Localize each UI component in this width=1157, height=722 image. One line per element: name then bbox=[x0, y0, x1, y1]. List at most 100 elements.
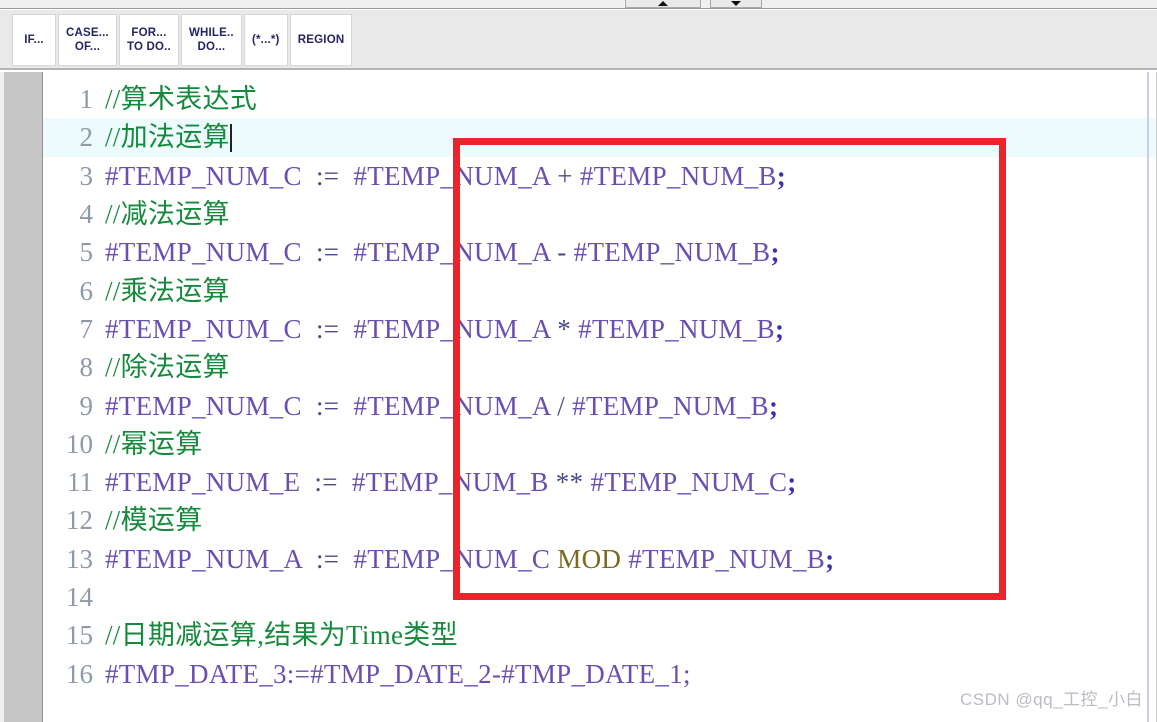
code-line-content[interactable]: //除法运算 bbox=[105, 352, 1157, 382]
editor-gutter[interactable] bbox=[4, 72, 43, 722]
code-line[interactable]: 10 //幂运算 bbox=[43, 425, 1157, 463]
toolbar-button-label-line1: REGION bbox=[297, 34, 345, 46]
toolbar-button-label-line2: TO DO.. bbox=[126, 41, 171, 53]
code-line[interactable]: 2 //加法运算 bbox=[43, 118, 1157, 157]
statement-terminator: ; bbox=[776, 160, 786, 191]
toolbar-button-[interactable]: (*...*) bbox=[243, 14, 288, 66]
line-number: 4 bbox=[79, 199, 94, 230]
lhs-variable: #TEMP_NUM_C bbox=[105, 237, 302, 267]
lhs-variable: #TEMP_NUM_C bbox=[105, 161, 302, 191]
code-line[interactable]: 13 #TEMP_NUM_A := #TEMP_NUM_C MOD #TEMP_N… bbox=[43, 540, 1157, 578]
arithmetic-operator: MOD bbox=[557, 543, 622, 574]
code-line[interactable]: 9 #TEMP_NUM_C := #TEMP_NUM_A / #TEMP_NUM_… bbox=[43, 386, 1157, 424]
toolbar-button-label-line1: CASE... bbox=[66, 27, 109, 39]
code-line[interactable]: 5 #TEMP_NUM_C := #TEMP_NUM_A - #TEMP_NUM_… bbox=[43, 233, 1157, 271]
lhs-variable: #TEMP_NUM_C bbox=[105, 314, 302, 344]
code-line-content[interactable]: #TEMP_NUM_C := #TEMP_NUM_A + #TEMP_NUM_B… bbox=[105, 161, 1157, 191]
lhs-variable-text: #TEMP_NUM_C bbox=[105, 390, 302, 421]
toolbar-button-label-line1: FOR... bbox=[131, 27, 167, 39]
line-number: 1 bbox=[79, 84, 94, 115]
operand-a-variable-text: #TEMP_NUM_A bbox=[353, 237, 551, 268]
toolbar-button-label-line2: OF... bbox=[74, 41, 101, 53]
toolbar-button-while[interactable]: WHILE.. DO... bbox=[180, 14, 242, 66]
code-line[interactable]: 14 bbox=[43, 578, 1157, 616]
statement-terminator: ; bbox=[768, 390, 779, 421]
code-line[interactable]: 6 //乘法运算 bbox=[43, 271, 1157, 309]
line-number: 9 bbox=[79, 390, 94, 421]
code-line-content[interactable]: //加法运算 bbox=[105, 122, 1157, 153]
toolbar-button-for[interactable]: FOR... TO DO.. bbox=[118, 14, 179, 66]
code-line-content[interactable]: #TEMP_NUM_A := #TEMP_NUM_C MOD #TEMP_NUM… bbox=[105, 544, 1157, 574]
up-triangle-icon bbox=[658, 1, 668, 6]
statement-terminator: ; bbox=[770, 237, 780, 268]
line-number: 11 bbox=[67, 467, 93, 498]
lhs-variable-text: #TEMP_NUM_C bbox=[105, 313, 302, 344]
line-number: 3 bbox=[79, 160, 94, 191]
operand-a-variable: #TEMP_NUM_A bbox=[353, 161, 550, 191]
toolbar-button-case[interactable]: CASE... OF... bbox=[58, 14, 117, 66]
toolbar-button-region[interactable]: REGION bbox=[289, 14, 353, 66]
arithmetic-operator: * bbox=[557, 313, 572, 344]
code-line-content[interactable]: #TEMP_NUM_E := #TEMP_NUM_B ** #TEMP_NUM_… bbox=[105, 467, 1157, 497]
assignment-operator: := bbox=[315, 313, 340, 344]
code-line[interactable]: 15 //日期减运算,结果为Time类型 bbox=[43, 616, 1157, 654]
code-line[interactable]: 4 //减法运算 bbox=[43, 195, 1157, 233]
code-line[interactable]: 8 //除法运算 bbox=[43, 348, 1157, 386]
operand-b-variable-text: #TEMP_NUM_C bbox=[590, 467, 788, 498]
code-line[interactable]: 1 //算术表达式 bbox=[43, 80, 1157, 118]
text-caret bbox=[229, 124, 232, 153]
lhs-variable-text: #TEMP_NUM_C bbox=[105, 237, 302, 268]
lhs-variable-text: #TEMP_NUM_E bbox=[105, 467, 301, 498]
operand-b-variable-text: #TEMP_NUM_B bbox=[628, 543, 826, 574]
comment-text: //日期减运算,结果为Time类型 bbox=[105, 620, 458, 651]
code-line-content[interactable]: #TEMP_NUM_C := #TEMP_NUM_A / #TEMP_NUM_B… bbox=[105, 391, 1157, 421]
vertical-scrollbar[interactable] bbox=[1147, 72, 1149, 722]
comment-text: //幂运算 bbox=[105, 428, 203, 459]
arithmetic-operator: ** bbox=[555, 467, 584, 498]
down-triangle-icon bbox=[731, 1, 741, 6]
assignment-operator: := bbox=[315, 160, 340, 191]
scroll-down-button[interactable] bbox=[710, 0, 762, 8]
code-line[interactable]: 3 #TEMP_NUM_C := #TEMP_NUM_A + #TEMP_NUM_… bbox=[43, 157, 1157, 195]
toolbar-button-if[interactable]: IF... bbox=[12, 14, 56, 66]
operand-a-variable: #TEMP_NUM_A bbox=[353, 391, 550, 421]
operand-a-variable-text: #TEMP_NUM_A bbox=[353, 160, 551, 191]
code-line-content[interactable]: //减法运算 bbox=[105, 199, 1157, 229]
code-line[interactable]: 11 #TEMP_NUM_E := #TEMP_NUM_B ** #TEMP_NU… bbox=[43, 463, 1157, 501]
scroll-up-button[interactable] bbox=[625, 0, 701, 8]
toolbar-button-label-line1: WHILE.. bbox=[188, 27, 234, 39]
code-line-content[interactable]: #TEMP_NUM_C := #TEMP_NUM_A - #TEMP_NUM_B… bbox=[105, 237, 1157, 267]
line-number: 6 bbox=[79, 275, 94, 306]
code-line-content[interactable]: //日期减运算,结果为Time类型 bbox=[105, 620, 1157, 650]
toolbar-button-label-line1: (*...*) bbox=[251, 34, 280, 46]
line-number: 7 bbox=[79, 313, 94, 344]
operand-a-variable: #TEMP_NUM_A bbox=[353, 314, 550, 344]
code-editor[interactable]: 1 //算术表达式 2 //加法运算 3 #TEMP_NUM_C := #TEMP_NUM… bbox=[0, 72, 1157, 722]
operand-b-variable: #TEMP_NUM_B bbox=[574, 237, 771, 267]
code-line-content[interactable]: //幂运算 bbox=[105, 429, 1157, 459]
operand-a-variable-text: #TEMP_NUM_B bbox=[351, 467, 549, 498]
code-line-content[interactable]: //模运算 bbox=[105, 505, 1157, 535]
operand-a-variable-text: #TEMP_NUM_A bbox=[353, 390, 551, 421]
code-line-content[interactable]: //算术表达式 bbox=[105, 84, 1157, 114]
operand-a-variable-text: #TEMP_NUM_C bbox=[353, 543, 551, 574]
arithmetic-operator: / bbox=[557, 390, 566, 421]
assignment-operator: := bbox=[314, 467, 338, 498]
code-line-content[interactable]: //乘法运算 bbox=[105, 276, 1157, 306]
operand-b-variable-text: #TEMP_NUM_B bbox=[572, 390, 769, 421]
assignment-operator: := bbox=[315, 237, 340, 268]
operand-b-variable-text: #TEMP_NUM_B bbox=[579, 160, 777, 191]
operand-b-variable: #TEMP_NUM_B bbox=[628, 544, 825, 574]
code-line-content[interactable]: #TEMP_NUM_C := #TEMP_NUM_A * #TEMP_NUM_B… bbox=[105, 314, 1157, 344]
arithmetic-operator: - bbox=[557, 237, 567, 268]
lhs-variable: #TEMP_NUM_A bbox=[105, 544, 302, 574]
line-number: 5 bbox=[79, 237, 94, 268]
code-pane[interactable]: 1 //算术表达式 2 //加法运算 3 #TEMP_NUM_C := #TEMP_NUM… bbox=[43, 72, 1157, 722]
code-line[interactable]: 7 #TEMP_NUM_C := #TEMP_NUM_A * #TEMP_NUM_… bbox=[43, 310, 1157, 348]
statement-text: #TMP_DATE_3:=#TMP_DATE_2-#TMP_DATE_1; bbox=[105, 658, 691, 689]
line-number: 13 bbox=[66, 543, 93, 574]
operand-b-variable-text: #TEMP_NUM_B bbox=[578, 313, 775, 344]
comment-text: //除法运算 bbox=[105, 352, 230, 383]
window-top-strip bbox=[0, 0, 1157, 9]
code-line[interactable]: 12 //模运算 bbox=[43, 501, 1157, 539]
